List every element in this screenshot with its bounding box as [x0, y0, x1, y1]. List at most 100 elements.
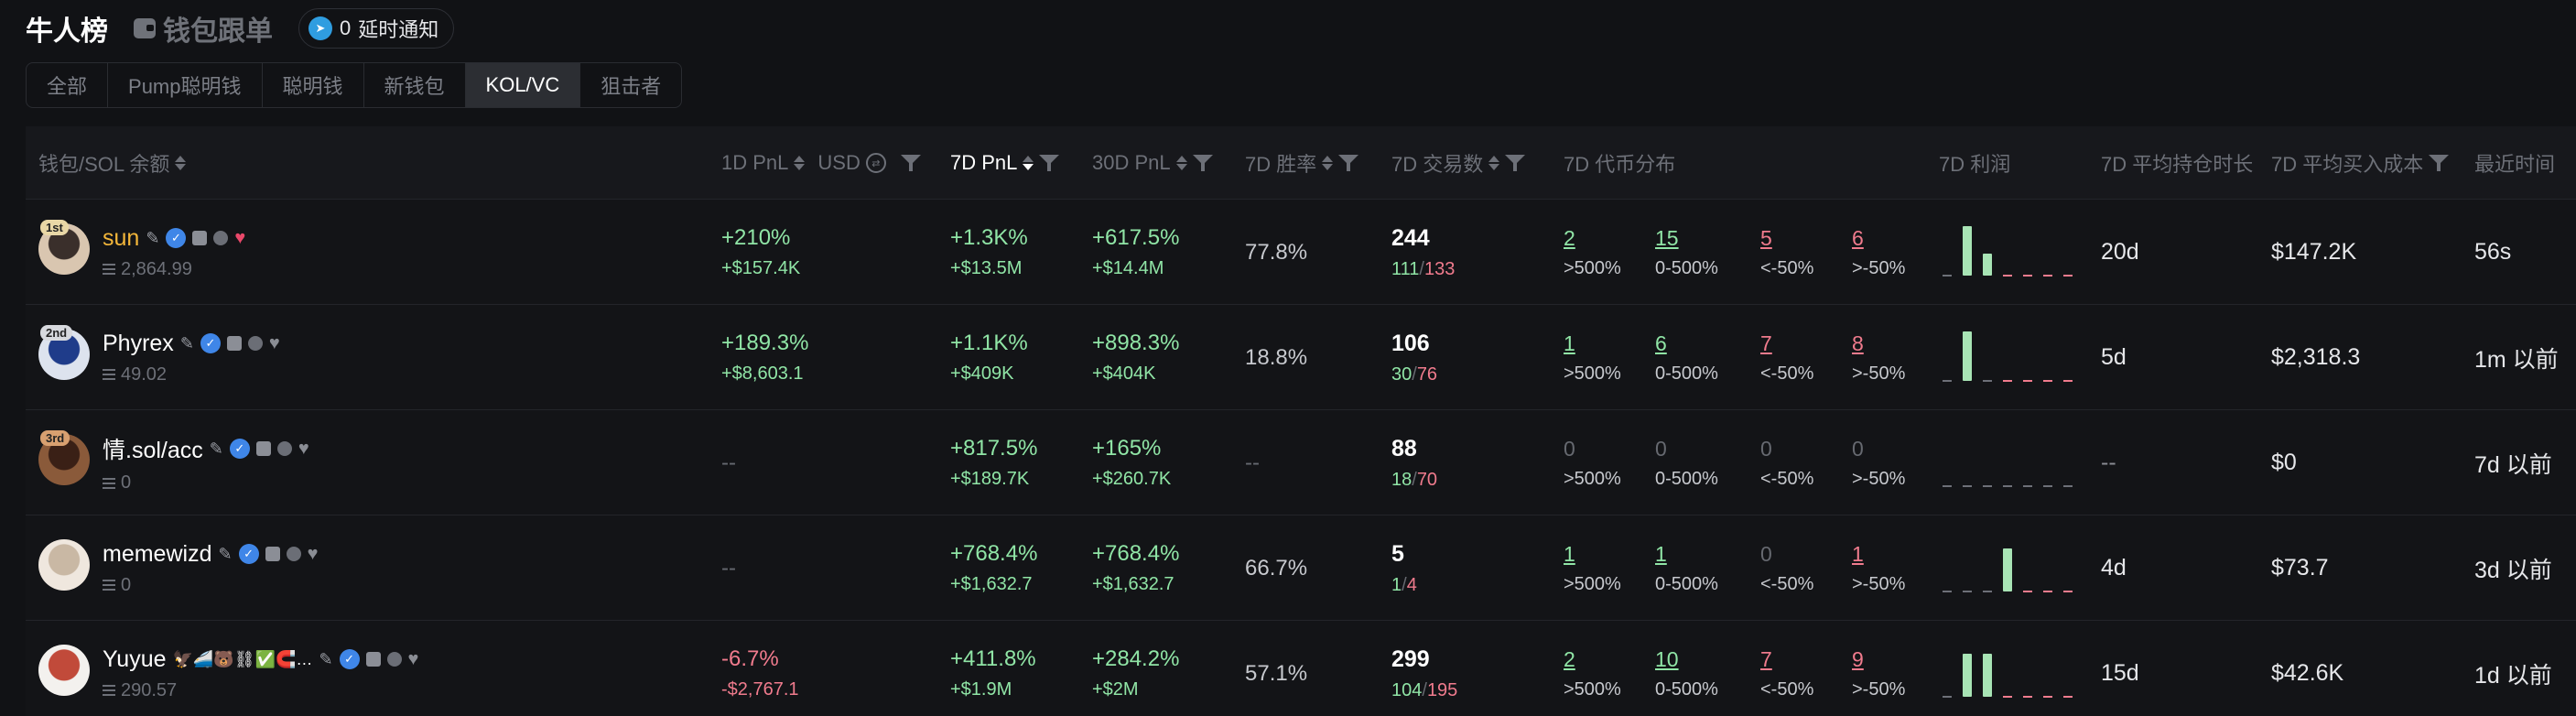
- favorite-heart-icon[interactable]: ♥: [269, 333, 280, 354]
- page-title[interactable]: 牛人榜: [26, 8, 108, 49]
- pnl-1d-pct: +210%: [721, 225, 791, 250]
- currency-swap-icon[interactable]: ⇄: [865, 153, 886, 173]
- favorite-heart-icon[interactable]: ♥: [308, 544, 319, 565]
- dist-count[interactable]: 2: [1564, 226, 1621, 251]
- avatar[interactable]: [38, 645, 90, 700]
- sol-icon: [103, 580, 115, 591]
- sort-icon: [175, 156, 187, 170]
- col-pnl-30d[interactable]: 30D PnL: [1092, 126, 1213, 200]
- trades-cell: 106 30/76: [1391, 330, 1438, 385]
- winrate-cell: 57.1%: [1245, 621, 1307, 716]
- dist-count[interactable]: 9: [1852, 647, 1905, 672]
- pnl-30d-pct: +165%: [1092, 436, 1162, 461]
- col-hold-7d: 7D 平均持仓时长: [2101, 126, 2253, 200]
- filter-icon[interactable]: [1039, 154, 1060, 172]
- dist-range-label: <-50%: [1760, 678, 1814, 700]
- dist-range-label: >-50%: [1852, 257, 1906, 278]
- sort-desc-icon: [1023, 156, 1034, 170]
- wallet-name[interactable]: Phyrex: [103, 331, 174, 357]
- table-row[interactable]: 1st sun ✎ ✓ ♥ 2,864.99 +210% +$157.4K +1…: [26, 200, 2576, 305]
- tab-pump-smart-money[interactable]: Pump聪明钱: [108, 63, 263, 107]
- pnl-7d-usd: +$1,632.7: [950, 574, 1033, 594]
- wallet-follow-link[interactable]: 钱包跟单: [134, 8, 273, 49]
- twitter-icon[interactable]: [386, 652, 402, 667]
- col-pnl-7d[interactable]: 7D PnL: [950, 126, 1060, 200]
- dist-count[interactable]: 7: [1760, 331, 1813, 356]
- dist-count[interactable]: 7: [1760, 647, 1813, 672]
- twitter-icon[interactable]: [213, 231, 229, 245]
- cost-cell: $73.7: [2271, 515, 2329, 621]
- dist-count[interactable]: 2: [1564, 647, 1621, 672]
- dist-count[interactable]: 1: [1564, 331, 1621, 356]
- col-pnl-1d[interactable]: 1D PnL USD ⇄: [721, 126, 921, 200]
- dist-cell-3: 6 >-50%: [1852, 200, 1905, 305]
- avatar[interactable]: 2nd: [38, 325, 90, 384]
- dist-count[interactable]: 5: [1760, 226, 1813, 251]
- dist-count[interactable]: 1: [1655, 542, 1718, 567]
- twitter-icon[interactable]: [247, 336, 263, 351]
- twitter-icon[interactable]: [276, 441, 292, 456]
- edit-icon[interactable]: ✎: [210, 439, 223, 459]
- filter-icon[interactable]: [900, 154, 921, 172]
- tab-all[interactable]: 全部: [27, 63, 109, 107]
- edit-icon[interactable]: ✎: [319, 650, 332, 669]
- tab-sniper[interactable]: 狙击者: [580, 63, 681, 107]
- wallet-name[interactable]: memewizd: [103, 541, 211, 568]
- col-winrate-7d[interactable]: 7D 胜率: [1245, 126, 1359, 200]
- dist-count[interactable]: 15: [1655, 226, 1718, 251]
- wallet-name[interactable]: sun: [103, 225, 139, 252]
- tab-smart-money[interactable]: 聪明钱: [263, 63, 364, 107]
- filter-icon[interactable]: [2429, 154, 2450, 172]
- dist-count[interactable]: 8: [1852, 331, 1905, 356]
- dist-range-label: >500%: [1564, 573, 1621, 594]
- edit-icon[interactable]: ✎: [218, 545, 232, 564]
- avg-cost: $73.7: [2271, 555, 2329, 580]
- col-trades-7d[interactable]: 7D 交易数: [1391, 126, 1526, 200]
- pnl-7d-pct: +817.5%: [950, 436, 1038, 461]
- wallet-name[interactable]: Yuyue: [103, 646, 167, 673]
- avatar[interactable]: [38, 539, 90, 594]
- favorite-heart-icon[interactable]: ♥: [234, 228, 245, 249]
- profit-bar-empty: [2023, 380, 2032, 382]
- dist-count[interactable]: 1: [1852, 542, 1905, 567]
- pnl-7d-usd: +$1.9M: [950, 679, 1012, 700]
- filter-icon[interactable]: [1192, 154, 1213, 172]
- cost-cell: $0: [2271, 410, 2297, 515]
- dist-count[interactable]: 6: [1655, 331, 1718, 356]
- dist-count[interactable]: 1: [1564, 542, 1621, 567]
- copy-icon[interactable]: [265, 547, 280, 561]
- table-row[interactable]: 2nd Phyrex ✎ ✓ ♥ 49.02 +189.3% +$8,603.1…: [26, 305, 2576, 410]
- favorite-heart-icon[interactable]: ♥: [298, 439, 309, 460]
- wallet-cell: Phyrex ✎ ✓ ♥ 49.02: [103, 305, 280, 410]
- pnl-30d-usd: +$2M: [1092, 679, 1139, 700]
- avatar[interactable]: 3rd: [38, 430, 90, 489]
- usd-toggle-label[interactable]: USD: [817, 151, 860, 175]
- table-row[interactable]: 3rd 情.sol/acc ✎ ✓ ♥ 0 -- +817.5% +$189.7…: [26, 410, 2576, 515]
- dist-count[interactable]: 6: [1852, 226, 1905, 251]
- filter-icon[interactable]: [1338, 154, 1359, 172]
- delay-notify-button[interactable]: ➤ 0 延时通知: [298, 8, 455, 49]
- edit-icon[interactable]: ✎: [146, 229, 159, 248]
- table-row[interactable]: memewizd ✎ ✓ ♥ 0 -- +768.4% +$1,632.7 +7…: [26, 515, 2576, 621]
- copy-icon[interactable]: [192, 231, 208, 245]
- dist-count[interactable]: 10: [1655, 647, 1718, 672]
- tab-new-wallet[interactable]: 新钱包: [364, 63, 466, 107]
- winrate-value: --: [1245, 450, 1260, 475]
- favorite-heart-icon[interactable]: ♥: [408, 649, 419, 670]
- copy-icon[interactable]: [226, 336, 242, 351]
- col-cost-7d[interactable]: 7D 平均买入成本: [2271, 126, 2450, 200]
- table-row[interactable]: Yuyue 🦅🚄🐻⛓✅🧲… ✎ ✓ ♥ 290.57 -6.7% -$2,767…: [26, 621, 2576, 716]
- copy-icon[interactable]: [255, 441, 271, 456]
- wallet-name[interactable]: 情.sol/acc: [103, 432, 203, 465]
- avatar[interactable]: 1st: [38, 220, 90, 278]
- wallet-follow-label: 钱包跟单: [163, 16, 273, 47]
- tab-kol-vc[interactable]: KOL/VC: [465, 63, 581, 107]
- edit-icon[interactable]: ✎: [180, 334, 194, 353]
- col-wallet[interactable]: 钱包/SOL 余额: [38, 126, 187, 200]
- profit-bar-empty: [1943, 275, 1952, 277]
- trades-total: 106: [1391, 330, 1430, 356]
- twitter-icon[interactable]: [286, 547, 301, 561]
- copy-icon[interactable]: [365, 652, 381, 667]
- filter-icon[interactable]: [1505, 154, 1526, 172]
- winrate-cell: 18.8%: [1245, 305, 1307, 410]
